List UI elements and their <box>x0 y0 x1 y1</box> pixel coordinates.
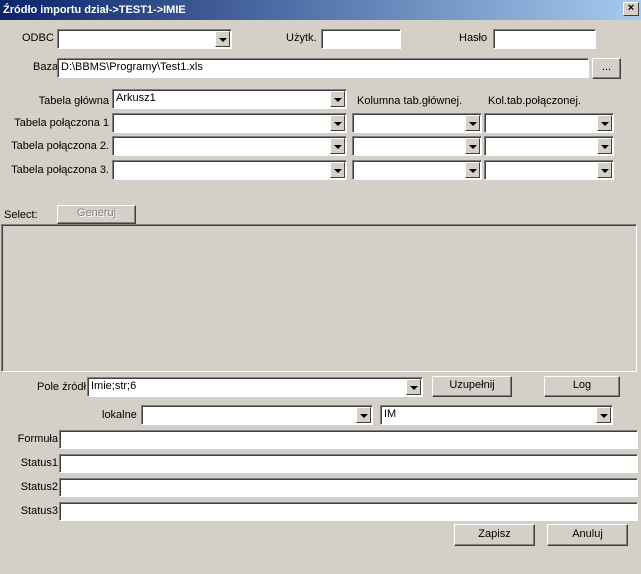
main-table-value: Arkusz1 <box>112 89 347 109</box>
chevron-down-icon[interactable] <box>406 379 421 395</box>
joined-table-2-select[interactable] <box>112 136 347 156</box>
password-input[interactable] <box>493 29 596 49</box>
local-field-value <box>141 405 373 425</box>
user-label: Użytk. <box>286 32 317 44</box>
window-title: Źródło importu dział->TEST1->IMIE <box>3 4 186 16</box>
joined-3-joined-column-value <box>484 160 614 180</box>
chevron-down-icon[interactable] <box>596 407 611 423</box>
joined-1-main-column-value <box>352 113 482 133</box>
source-field-label: Pole źródł <box>37 381 86 393</box>
status3-label: Status3 <box>20 505 58 517</box>
chevron-down-icon[interactable] <box>330 162 345 178</box>
status2-input[interactable] <box>59 478 638 497</box>
base-path-input[interactable]: D:\BBMS\Programy\Test1.xls <box>57 58 589 78</box>
source-field-select[interactable]: Imie;str;6 <box>87 377 423 397</box>
joined-1-joined-column-value <box>484 113 614 133</box>
browse-button[interactable]: ... <box>592 58 621 79</box>
source-field-value: Imie;str;6 <box>87 377 423 397</box>
password-label: Hasło <box>459 32 488 44</box>
chevron-down-icon[interactable] <box>597 115 612 131</box>
log-button[interactable]: Log <box>544 376 620 397</box>
status1-input[interactable] <box>59 454 638 473</box>
joined-table-1-select[interactable] <box>112 113 347 133</box>
odbc-select[interactable] <box>57 29 232 49</box>
chevron-down-icon[interactable] <box>597 138 612 154</box>
status2-label: Status2 <box>20 481 58 493</box>
close-button[interactable]: × <box>623 2 639 16</box>
formula-input[interactable] <box>59 430 638 449</box>
base-label: Baza <box>33 61 59 73</box>
chevron-down-icon[interactable] <box>465 162 480 178</box>
status1-label: Status1 <box>20 457 58 469</box>
chevron-down-icon[interactable] <box>330 115 345 131</box>
chevron-down-icon[interactable] <box>465 138 480 154</box>
joined-3-joined-column-select[interactable] <box>484 160 614 180</box>
main-table-label: Tabela główna <box>38 95 109 107</box>
fill-button[interactable]: Uzupełnij <box>432 376 512 397</box>
chevron-down-icon[interactable] <box>597 162 612 178</box>
odbc-select-value <box>57 29 232 49</box>
select-label: Select: <box>4 209 38 221</box>
joined-table-1-value <box>112 113 347 133</box>
joined-table-2-value <box>112 136 347 156</box>
joined-3-main-column-select[interactable] <box>352 160 482 180</box>
joined-2-joined-column-select[interactable] <box>484 136 614 156</box>
joined-2-main-column-value <box>352 136 482 156</box>
local-field-select[interactable] <box>141 405 373 425</box>
joined-table-3-select[interactable] <box>112 160 347 180</box>
select-query-textarea[interactable] <box>1 224 637 372</box>
joined-table-3-value <box>112 160 347 180</box>
joined-table-2-label: Tabela połączona 2. <box>11 140 109 152</box>
joined-1-main-column-select[interactable] <box>352 113 482 133</box>
joined-1-joined-column-select[interactable] <box>484 113 614 133</box>
chevron-down-icon[interactable] <box>465 115 480 131</box>
chevron-down-icon[interactable] <box>330 91 345 107</box>
joined-column-header: Kol.tab.połączonej. <box>488 95 581 107</box>
joined-table-3-label: Tabela połączona 3. <box>11 164 109 176</box>
formula-label: Formuła <box>17 433 58 445</box>
odbc-label: ODBC <box>22 32 54 44</box>
save-button[interactable]: Zapisz <box>454 524 535 546</box>
joined-2-main-column-select[interactable] <box>352 136 482 156</box>
cancel-button[interactable]: Anuluj <box>547 524 628 546</box>
chevron-down-icon[interactable] <box>330 138 345 154</box>
joined-2-joined-column-value <box>484 136 614 156</box>
status3-input[interactable] <box>59 502 638 521</box>
local-target-select[interactable]: IM <box>380 405 613 425</box>
joined-table-1-label: Tabela połączona 1 <box>14 117 109 129</box>
local-label: lokalne <box>102 409 137 421</box>
window-title-bar: Źródło importu dział->TEST1->IMIE × <box>0 0 641 20</box>
generate-button[interactable]: Generuj <box>57 205 136 224</box>
chevron-down-icon[interactable] <box>215 31 230 47</box>
user-input[interactable] <box>321 29 401 49</box>
joined-3-main-column-value <box>352 160 482 180</box>
chevron-down-icon[interactable] <box>356 407 371 423</box>
main-column-header: Kolumna tab.głównej. <box>357 95 463 107</box>
main-table-select[interactable]: Arkusz1 <box>112 89 347 109</box>
local-target-value: IM <box>380 405 613 425</box>
